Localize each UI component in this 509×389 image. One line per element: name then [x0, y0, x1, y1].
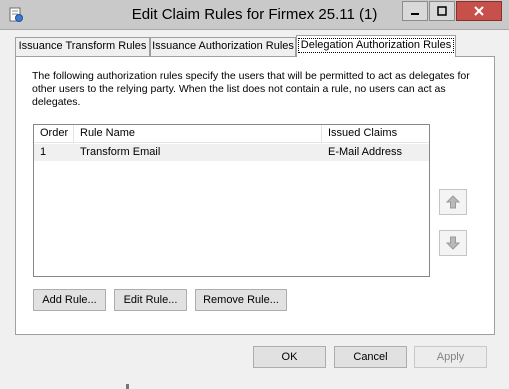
- ok-button[interactable]: OK: [253, 346, 326, 368]
- table-row[interactable]: 1 Transform Email E-Mail Address: [34, 144, 429, 161]
- remove-rule-button[interactable]: Remove Rule...: [195, 289, 287, 311]
- minimize-button[interactable]: [402, 1, 428, 21]
- maximize-button[interactable]: [429, 1, 455, 21]
- list-header: Order Rule Name Issued Claims: [34, 125, 429, 143]
- move-up-button[interactable]: [439, 189, 467, 215]
- rules-list[interactable]: Order Rule Name Issued Claims 1 Transfor…: [33, 124, 430, 277]
- tab-issuance-authorization-rules[interactable]: Issuance Authorization Rules: [150, 37, 296, 56]
- column-header-issued-claims[interactable]: Issued Claims: [322, 125, 429, 143]
- tab-label: Delegation Authorization Rules: [297, 38, 455, 53]
- background-divider: [126, 384, 129, 389]
- arrow-down-icon: [445, 236, 461, 250]
- title-bar[interactable]: Edit Claim Rules for Firmex 25.11 (1): [0, 0, 509, 30]
- arrow-up-icon: [445, 195, 461, 209]
- move-down-button[interactable]: [439, 230, 467, 256]
- apply-button[interactable]: Apply: [414, 346, 487, 368]
- column-header-rule-name[interactable]: Rule Name: [74, 125, 322, 143]
- minimize-icon: [411, 13, 419, 15]
- maximize-icon: [437, 6, 447, 16]
- cell-order: 1: [40, 146, 47, 158]
- tab-issuance-transform-rules[interactable]: Issuance Transform Rules: [15, 37, 150, 56]
- edit-rule-button[interactable]: Edit Rule...: [114, 289, 187, 311]
- cancel-button[interactable]: Cancel: [334, 346, 407, 368]
- column-header-order[interactable]: Order: [34, 125, 74, 143]
- cell-issued-claims: E-Mail Address: [328, 146, 402, 158]
- tab-delegation-authorization-rules[interactable]: Delegation Authorization Rules: [296, 35, 456, 57]
- add-rule-button[interactable]: Add Rule...: [33, 289, 106, 311]
- description-text: The following authorization rules specif…: [32, 70, 470, 108]
- cell-rule-name: Transform Email: [80, 146, 161, 158]
- close-icon: [474, 6, 484, 16]
- close-button[interactable]: [456, 1, 502, 21]
